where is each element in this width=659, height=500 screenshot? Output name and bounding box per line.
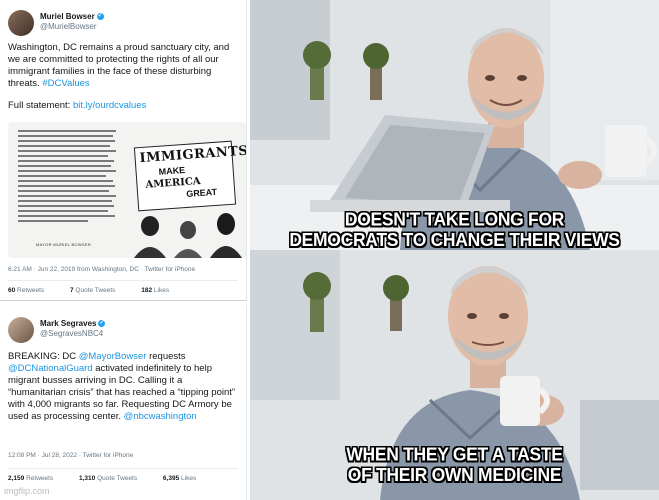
tweet-segraves: Mark Segraves ✓ @SegravesNBC4 BREAKING: D… [0, 305, 247, 500]
tweet-timestamp: 6:21 AM · Jun 22, 2019 from Washington, … [8, 266, 196, 273]
mention-link[interactable]: @MayorBowser [79, 351, 147, 362]
meme-panel-top: DOESN'T TAKE LONG FOR DEMOCRATS TO CHANG… [250, 0, 659, 250]
quotes-count[interactable]: 1,310 Quote Tweets [79, 475, 149, 482]
poster-caption: MAYOR MURIEL BOWSER [36, 242, 92, 247]
protest-sign: IMMIGRANTS MAKE AMERICA GREAT [133, 140, 246, 212]
author-handle: @MurielBowser [40, 22, 97, 31]
quotes-count[interactable]: 7 Quote Tweets [70, 287, 127, 294]
hashtag-link[interactable]: #DCValues [42, 78, 89, 89]
retweets-count[interactable]: 60 Retweets [8, 287, 56, 294]
protesters-illustration [134, 213, 242, 258]
author-name: Muriel Bowser [40, 12, 95, 21]
tweet-body: BREAKING: DC @MayorBowser requests @DCNa… [8, 351, 236, 422]
mention-link[interactable]: @DCNationalGuard [8, 363, 93, 374]
tweet-image[interactable]: IMMIGRANTS MAKE AMERICA GREAT MAYOR MURI… [8, 122, 246, 258]
likes-count[interactable]: 6,395 Likes [163, 475, 208, 482]
tweet-timestamp: 12:08 PM · Jul 28, 2022 · Twitter for iP… [8, 452, 134, 459]
statement-link[interactable]: bit.ly/ourdcvalues [73, 100, 146, 111]
retweets-count[interactable]: 2,159 Retweets [8, 475, 65, 482]
verified-badge-icon: ✓ [96, 13, 104, 21]
tweet-stats: 60 Retweets 7 Quote Tweets 182 Likes [8, 280, 238, 294]
mention-link[interactable]: @nbcwashington [124, 411, 197, 422]
meme-panel-bottom: WHEN THEY GET A TASTE OF THEIR OWN MEDIC… [250, 250, 659, 500]
avatar [8, 10, 34, 36]
verified-badge-icon: ✓ [98, 320, 106, 328]
watermark: imgflip.com [4, 486, 50, 496]
author-handle: @SegravesNBC4 [40, 329, 104, 338]
statement-text-lines [18, 130, 116, 222]
tweet-body: Washington, DC remains a proud sanctuary… [8, 42, 230, 111]
avatar [8, 317, 34, 343]
caption-top: DOESN'T TAKE LONG FOR DEMOCRATS TO CHANG… [289, 208, 620, 250]
author-name: Mark Segraves [40, 319, 97, 328]
caption-bottom: WHEN THEY GET A TASTE OF THEIR OWN MEDIC… [346, 443, 563, 486]
tweets-column: Muriel Bowser ✓ @MurielBowser Washington,… [0, 0, 250, 500]
statement-text-block [18, 130, 118, 235]
tweet-bowser: Muriel Bowser ✓ @MurielBowser Washington,… [0, 0, 247, 301]
likes-count[interactable]: 182 Likes [141, 287, 181, 294]
tweet-stats: 2,159 Retweets 1,310 Quote Tweets 6,395 … [8, 468, 238, 482]
